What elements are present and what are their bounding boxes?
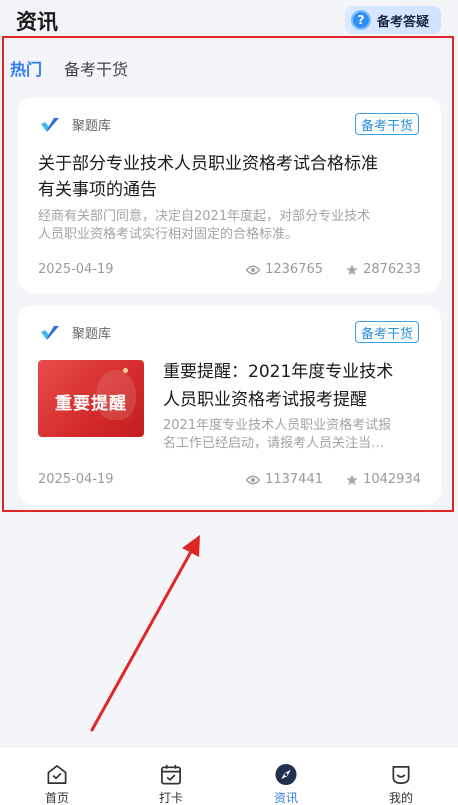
qa-button-label: 备考答疑 [377, 14, 430, 30]
profile-icon [392, 765, 410, 784]
nav-label: 打卡 [158, 791, 183, 805]
nav-label: 我的 [388, 791, 413, 805]
header: 资讯 ? 备考答疑 [0, 0, 458, 40]
nav-label: 资讯 [273, 791, 298, 805]
nav-label: 首页 [44, 791, 69, 805]
nav-item-checkin[interactable]: 打卡 [114, 747, 228, 805]
qa-button[interactable]: ? 备考答疑 [345, 6, 441, 34]
nav-item-home[interactable]: 首页 [0, 747, 114, 805]
nav-item-news[interactable]: 资讯 [229, 747, 343, 805]
question-icon: ? [351, 10, 371, 30]
annotation-highlight-box [2, 36, 454, 512]
nav-item-profile[interactable]: 我的 [344, 747, 458, 805]
calendar-check-icon [161, 764, 181, 785]
page-title: 资讯 [16, 10, 58, 34]
home-icon [47, 765, 67, 784]
bottom-nav: 首页 打卡 资讯 我的 [0, 746, 458, 805]
compass-icon [275, 763, 297, 786]
